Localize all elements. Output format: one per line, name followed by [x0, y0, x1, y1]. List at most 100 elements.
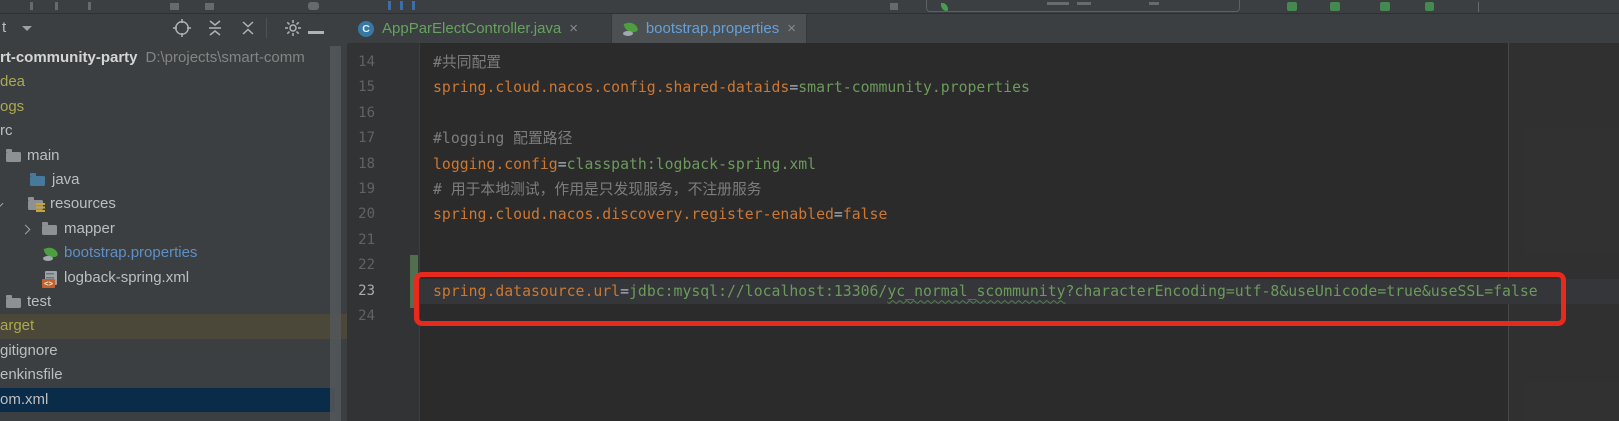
tree-item-test[interactable]: test [0, 290, 347, 314]
line-number[interactable]: 21 [347, 228, 375, 253]
project-panel-header: t [0, 14, 347, 46]
cropped-toolbar-icon[interactable] [890, 3, 898, 10]
tree-item-label: enkinsfile [0, 363, 63, 387]
tree-item-label: mapper [64, 217, 115, 241]
tree-item-resources[interactable]: resources [0, 192, 347, 216]
spring-boot-icon [941, 3, 948, 11]
editor-pane[interactable]: 1415161718192021222324 #共同配置 spring.cloud… [347, 43, 1619, 421]
code-line-22 [433, 253, 1538, 278]
code-segment: logging.config [433, 156, 558, 173]
tree-item-ogs[interactable]: ogs [0, 95, 347, 119]
code-segment: = [558, 156, 567, 173]
locate-icon[interactable] [172, 18, 192, 38]
folder-icon [42, 222, 58, 237]
tree-item-java[interactable]: java [0, 168, 347, 192]
cropped-text-fragment [88, 2, 91, 10]
code-segment: = [834, 206, 843, 223]
hide-panel-icon[interactable] [308, 18, 328, 38]
line-number[interactable]: 14 [347, 50, 375, 75]
code-segment: # 用于本地测试，作用是只发现服务，不注册服务 [433, 181, 762, 198]
tree-item-project-root[interactable]: rt-community-partyD:\projects\smart-comm [0, 46, 347, 70]
tree-item-label: bootstrap.properties [64, 241, 197, 265]
tab-bootstrap-properties[interactable]: bootstrap.properties × [612, 14, 807, 43]
tab-label: bootstrap.properties [646, 20, 779, 37]
line-number[interactable]: 24 [347, 304, 375, 329]
run-icon-cropped[interactable] [1287, 2, 1297, 11]
chevron-down-icon[interactable] [0, 199, 3, 209]
code-segment: = [789, 79, 798, 96]
tab-appparelectcontroller-java[interactable]: CAppParElectController.java× [347, 14, 612, 43]
tree-item-dea[interactable]: dea [0, 70, 347, 94]
collapse-all-icon[interactable] [238, 18, 258, 38]
cropped-text-fragment [55, 2, 58, 10]
cropped-toolbar-icon[interactable] [170, 3, 179, 10]
tree-item-om.xml[interactable]: om.xml [0, 388, 335, 412]
spring-leaf-icon [623, 21, 638, 37]
line-number[interactable]: 18 [347, 152, 375, 177]
code-segment: #logging 配置路径 [433, 130, 572, 147]
code-segment: smart-community.properties [798, 79, 1030, 96]
tree-item-main[interactable]: main [0, 144, 347, 168]
line-number[interactable]: 23 [347, 279, 375, 304]
tree-item-label: java [52, 168, 80, 192]
code-line-19: # 用于本地测试，作用是只发现服务，不注册服务 [433, 177, 1538, 202]
project-panel-scrollbar[interactable] [330, 46, 341, 421]
line-number[interactable]: 16 [347, 101, 375, 126]
code-segment: false [843, 206, 888, 223]
cropped-gear-icon[interactable] [308, 2, 319, 10]
tree-item-arget[interactable]: arget [0, 314, 347, 338]
toolbar-separator [266, 18, 267, 38]
line-number[interactable]: 15 [347, 75, 375, 100]
java-class-icon: C [358, 21, 374, 37]
tree-item-mapper[interactable]: mapper [0, 217, 347, 241]
code-line-15: spring.cloud.nacos.config.shared-dataids… [433, 75, 1538, 100]
code-segment: jdbc:mysql://localhost:13306/ [629, 283, 887, 300]
expand-all-icon[interactable] [205, 18, 225, 38]
code-line-24 [433, 304, 1538, 329]
code-segment: spring.cloud.nacos.config.shared-dataids [433, 79, 789, 96]
folder-icon [6, 149, 22, 164]
project-root-name: rt-community-party [0, 49, 138, 66]
tree-item-label: rc [0, 119, 13, 143]
tree-item-bootstrap.properties[interactable]: bootstrap.properties [0, 241, 347, 265]
code-line-23: spring.datasource.url=jdbc:mysql://local… [433, 279, 1538, 304]
folder-icon [6, 295, 22, 310]
line-number[interactable]: 20 [347, 202, 375, 227]
tree-item-enkinsfile[interactable]: enkinsfile [0, 363, 347, 387]
coverage-icon-cropped[interactable] [1380, 2, 1390, 11]
run-configuration-combobox-cropped[interactable] [926, 0, 1240, 12]
editor-gutter[interactable]: 1415161718192021222324 [347, 43, 420, 421]
code-line-21 [433, 228, 1538, 253]
tree-item-logback-spring.xml[interactable]: <>logback-spring.xml [0, 266, 347, 290]
cropped-toolbar-icon[interactable] [205, 3, 214, 10]
tree-item-label: om.xml [0, 388, 48, 412]
chevron-right-icon[interactable] [21, 224, 31, 234]
code-segment: spring.cloud.nacos.discovery.register-en… [433, 206, 834, 223]
resources-folder-icon [28, 197, 44, 212]
line-number[interactable]: 17 [347, 126, 375, 151]
code-line-14: #共同配置 [433, 50, 1538, 75]
project-view-selector[interactable]: t [2, 19, 6, 36]
profiler-icon-cropped[interactable] [1425, 2, 1434, 11]
code-segment: spring.datasource.url [433, 283, 620, 300]
tree-item-label: dea [0, 70, 25, 94]
code-segment: #共同配置 [433, 54, 501, 71]
line-number[interactable]: 22 [347, 253, 375, 278]
cropped-blue-mark [400, 1, 403, 10]
tree-item-label: test [27, 290, 51, 314]
close-icon[interactable]: × [569, 21, 578, 36]
xml-file-icon: <> [44, 271, 60, 286]
project-tool-window: t rt-community-partyD:\projects\sm [0, 14, 347, 421]
toolbar-separator [1478, 2, 1479, 12]
ide-window: t rt-community-partyD:\projects\sm [0, 0, 1619, 421]
cropped-blue-mark [388, 1, 391, 10]
code-area[interactable]: #共同配置 spring.cloud.nacos.config.shared-da… [433, 50, 1538, 329]
typo-squiggle-text: yc_normal_scommunity [887, 283, 1065, 300]
tree-item-gitignore[interactable]: gitignore [0, 339, 347, 363]
settings-gear-icon[interactable] [283, 18, 303, 38]
line-number[interactable]: 19 [347, 177, 375, 202]
close-icon[interactable]: × [787, 21, 796, 36]
debug-icon-cropped[interactable] [1330, 2, 1340, 11]
changed-lines-marker [410, 255, 418, 308]
tree-item-rc[interactable]: rc [0, 119, 347, 143]
